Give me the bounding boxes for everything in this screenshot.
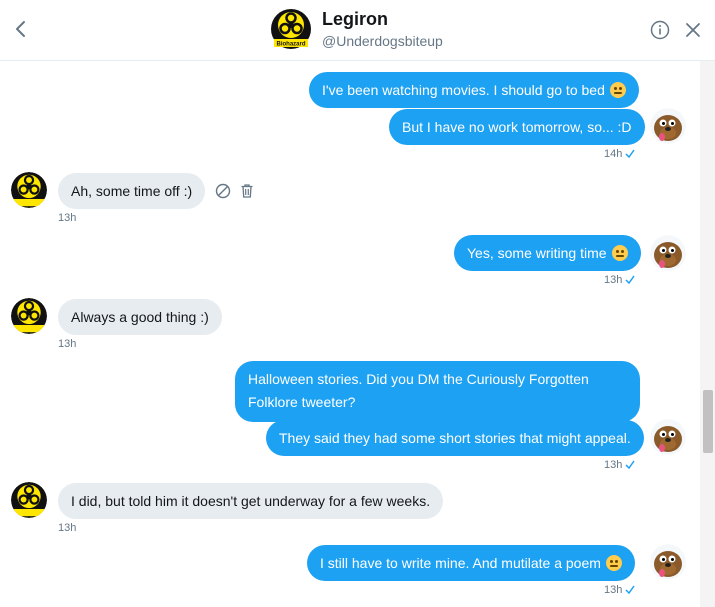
trash-icon[interactable] (239, 183, 255, 199)
close-icon[interactable] (684, 21, 702, 39)
check-icon (625, 585, 635, 594)
message-text: They said they had some short stories th… (279, 430, 631, 446)
legiron-avatar[interactable] (11, 482, 47, 518)
sent-message[interactable]: They said they had some short stories th… (266, 420, 644, 456)
winking-face-icon (611, 245, 628, 261)
message-timestamp: 13h (58, 338, 77, 350)
scrollbar-thumb[interactable] (703, 390, 713, 453)
conversation-name[interactable]: Legiron (322, 9, 388, 30)
legiron-avatar[interactable] (11, 298, 47, 334)
message-list[interactable]: I've been watching movies. I should go t… (0, 61, 700, 607)
message-timestamp: 13h (604, 274, 635, 286)
my-avatar (650, 108, 686, 144)
my-avatar (650, 419, 686, 455)
dog-avatar-icon (650, 235, 686, 271)
my-avatar (650, 544, 686, 580)
avatar-logo-text: Biohazard (276, 42, 305, 48)
chevron-left-icon[interactable] (10, 18, 32, 40)
received-message[interactable]: I did, but told him it doesn't get under… (58, 483, 444, 519)
block-icon[interactable] (215, 183, 231, 199)
dog-avatar-icon (650, 419, 686, 455)
conversation-handle: @Underdogsbiteup (322, 33, 443, 49)
sent-message[interactable]: I still have to write mine. And mutilate… (307, 545, 635, 581)
received-message[interactable]: Always a good thing :) (58, 299, 222, 335)
sent-message[interactable]: Halloween stories. Did you DM the Curiou… (235, 361, 640, 422)
grimacing-face-icon (609, 82, 626, 98)
message-text: Ah, some time off :) (71, 183, 193, 199)
winking-face-icon (605, 555, 622, 571)
sent-message[interactable]: I've been watching movies. I should go t… (309, 72, 639, 108)
message-text: Always a good thing :) (71, 309, 209, 325)
received-message[interactable]: Ah, some time off :) (58, 173, 206, 209)
message-text: I did, but told him it doesn't get under… (71, 493, 431, 509)
info-icon[interactable] (650, 20, 670, 40)
scrollbar-track[interactable] (700, 61, 715, 607)
conversation-header: Biohazard Legiron @Underdogsbiteup (0, 0, 715, 61)
message-timestamp: 13h (604, 584, 635, 596)
my-avatar (650, 235, 686, 271)
check-icon (625, 460, 635, 469)
dog-avatar-icon (650, 108, 686, 144)
message-timestamp: 13h (604, 459, 635, 471)
message-timestamp: 13h (58, 522, 77, 534)
header-avatar[interactable]: Biohazard (271, 9, 311, 49)
message-timestamp: 14h (604, 148, 635, 160)
message-text: I still have to write mine. And mutilate… (320, 555, 601, 571)
biohazard-icon (11, 172, 47, 208)
biohazard-icon (11, 298, 47, 334)
check-icon (625, 275, 635, 284)
check-icon (625, 149, 635, 158)
sent-message[interactable]: But I have no work tomorrow, so... :D (389, 109, 645, 145)
message-text: Halloween stories. Did you DM the Curiou… (248, 371, 589, 410)
legiron-avatar[interactable] (11, 172, 47, 208)
message-text: I've been watching movies. I should go t… (322, 82, 605, 98)
dog-avatar-icon (650, 544, 686, 580)
message-timestamp: 13h (58, 212, 77, 224)
message-text: Yes, some writing time (467, 245, 607, 261)
sent-message[interactable]: Yes, some writing time (454, 235, 641, 271)
message-text: But I have no work tomorrow, so... :D (402, 119, 632, 135)
biohazard-icon (11, 482, 47, 518)
